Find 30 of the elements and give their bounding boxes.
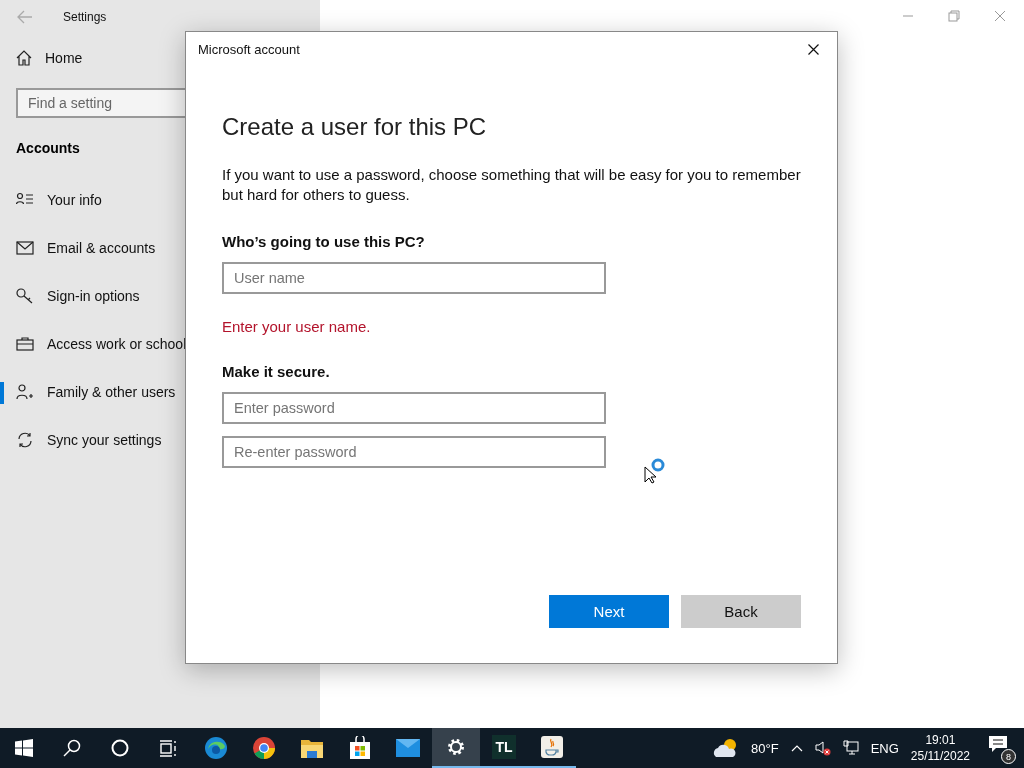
input-field[interactable]: Enter password <box>222 392 606 424</box>
busy-cursor-icon <box>644 458 666 484</box>
temperature-text[interactable]: 80°F <box>751 740 779 756</box>
chevron-up-icon[interactable] <box>790 744 803 752</box>
taskbar-app-button[interactable]: TL <box>480 728 528 768</box>
briefcase-icon <box>16 336 34 352</box>
taskbar-settings-icon[interactable] <box>432 728 480 768</box>
input-field[interactable]: User name <box>222 262 606 294</box>
clock-time[interactable]: 19:01 <box>925 732 956 748</box>
intro-text: If you want to use a password, choose something that will be easy for you to remember but hard for others to guess. <box>222 165 802 205</box>
sync-icon <box>16 432 34 448</box>
error-message: Enter your user name. <box>222 318 372 335</box>
clock-date[interactable]: 25/11/2022 <box>910 748 970 764</box>
notification-count: 8 <box>1001 749 1016 764</box>
mail-icon <box>16 240 34 256</box>
dialog-title: Microsoft account <box>198 42 300 57</box>
key-icon <box>16 288 34 304</box>
home-icon <box>16 50 32 66</box>
language-indicator[interactable]: ENG <box>870 740 899 756</box>
muted-speaker-icon[interactable] <box>814 740 831 756</box>
network-icon[interactable] <box>842 740 859 756</box>
window-title: Settings <box>63 10 107 24</box>
back-button[interactable]: Back <box>681 595 801 628</box>
close-icon[interactable] <box>808 44 819 55</box>
field-label: Make it secure. <box>222 363 331 380</box>
section-heading: Accounts <box>16 140 80 156</box>
input-field[interactable]: Re-enter password <box>222 436 606 468</box>
next-button[interactable]: Next <box>549 595 669 628</box>
family-icon <box>16 384 34 400</box>
field-label: Who’s going to use this PC? <box>222 233 426 250</box>
